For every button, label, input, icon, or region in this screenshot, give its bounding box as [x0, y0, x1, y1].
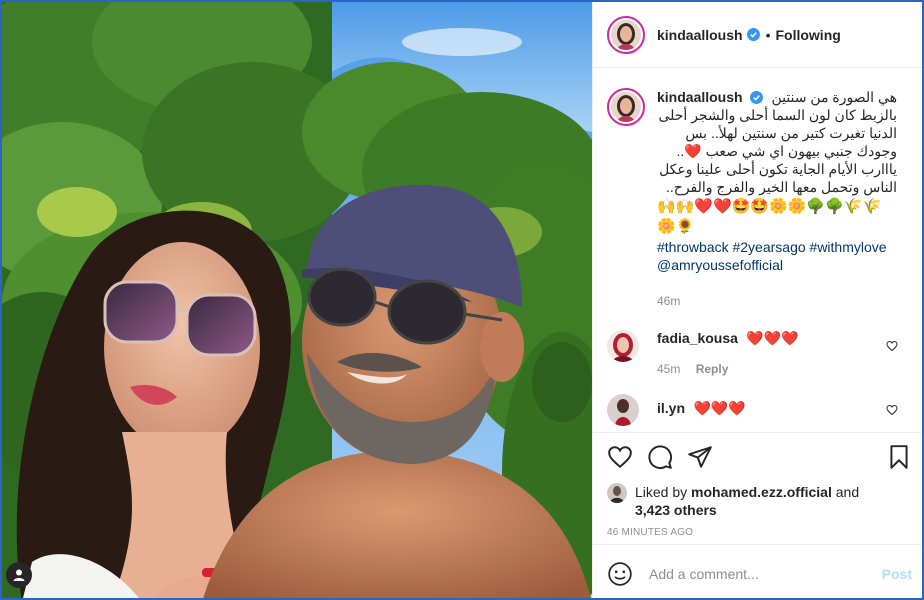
- caption-line: بالزبط كان لون السما أحلى والشجر أحلى: [658, 107, 897, 123]
- caption: kindaalloush هي الصورة من سنتين بالزبط ك…: [607, 88, 912, 308]
- post-timestamp[interactable]: 46 MINUTES AGO: [607, 527, 912, 538]
- liker-username[interactable]: mohamed.ezz.official: [691, 484, 832, 500]
- caption-line: يااارب الأيام الجاية تكون أحلى علينا وعك…: [659, 161, 897, 177]
- author-avatar[interactable]: [607, 15, 645, 54]
- caption-hashtags[interactable]: #throwback #2yearsago #withmylove: [657, 238, 897, 256]
- comment-age[interactable]: 45m: [657, 362, 680, 376]
- following-button[interactable]: Following: [775, 27, 840, 43]
- likes-summary: Liked by mohamed.ezz.official and 3,423 …: [607, 483, 912, 519]
- action-icon-row: [607, 441, 912, 473]
- post-photo[interactable]: [2, 2, 592, 598]
- avatar-image: [607, 330, 639, 362]
- verified-badge-icon: [746, 28, 760, 41]
- caption-first-line: kindaalloush هي الصورة من سنتين: [657, 88, 897, 106]
- likes-joiner: and: [835, 484, 860, 500]
- caption-mention[interactable]: @amryoussefofficial: [657, 256, 897, 274]
- post-detail-panel: kindaalloush • Following kindaalloush هي…: [592, 2, 922, 598]
- selfie-photo-illustration: [2, 2, 592, 598]
- heart-icon[interactable]: [886, 340, 898, 352]
- post-header: kindaalloush • Following: [593, 2, 922, 68]
- post-comment-button[interactable]: Post: [882, 566, 912, 582]
- caption-line: وجودك جنبي بيهون اي شي صعب ❤️..: [676, 143, 897, 159]
- bookmark-icon[interactable]: [886, 444, 912, 470]
- caption-age[interactable]: 46m: [657, 294, 897, 308]
- heart-icon[interactable]: [886, 404, 898, 416]
- comments-list[interactable]: kindaalloush هي الصورة من سنتين بالزبط ك…: [593, 68, 922, 431]
- heart-icon[interactable]: [607, 444, 633, 470]
- share-icon[interactable]: [687, 444, 713, 470]
- instagram-post-window: kindaalloush • Following kindaalloush هي…: [0, 0, 924, 600]
- comment-icon[interactable]: [647, 444, 673, 470]
- likes-others-link[interactable]: 3,423 others: [635, 502, 717, 518]
- author-username[interactable]: kindaalloush: [657, 27, 743, 43]
- add-comment-bar: Post: [593, 544, 922, 598]
- comment-item: il.yn ❤️❤️❤️: [607, 394, 912, 426]
- caption-line: الناس وتحمل معها الخير والفرج والفرح..: [666, 179, 897, 195]
- comment-body: fadia_kousa ❤️❤️❤️ 45m Reply: [657, 330, 799, 376]
- verified-badge-icon: [750, 91, 764, 104]
- comment-username[interactable]: il.yn: [657, 400, 685, 416]
- user-tag-icon[interactable]: [6, 562, 32, 588]
- avatar-image: [611, 92, 641, 122]
- caption-line: هي الصورة من سنتين: [771, 89, 897, 105]
- avatar-image: [611, 19, 641, 50]
- caption-line: الدنيا تغيرت كتير من سنتين لهلأ.. بس: [685, 125, 897, 141]
- commenter-avatar[interactable]: [607, 394, 639, 426]
- likes-prefix: Liked by: [635, 484, 688, 500]
- avatar-image: [607, 483, 627, 503]
- likes-text: Liked by mohamed.ezz.official and 3,423 …: [635, 483, 859, 519]
- post-actions: Liked by mohamed.ezz.official and 3,423 …: [593, 432, 922, 552]
- caption-body: kindaalloush هي الصورة من سنتين بالزبط ك…: [657, 88, 897, 308]
- commenter-avatar[interactable]: [607, 330, 639, 362]
- comment-text: ❤️❤️❤️: [693, 400, 746, 416]
- user-silhouette-icon: [13, 569, 25, 581]
- comment-meta: 45m Reply: [657, 362, 799, 376]
- liker-avatar[interactable]: [607, 483, 627, 503]
- comment-item: fadia_kousa ❤️❤️❤️ 45m Reply: [607, 330, 912, 376]
- reply-button[interactable]: Reply: [696, 362, 729, 376]
- comment-username[interactable]: fadia_kousa: [657, 330, 738, 346]
- comment-body: il.yn ❤️❤️❤️: [657, 400, 746, 426]
- emoji-icon[interactable]: [607, 561, 633, 587]
- caption-avatar[interactable]: [607, 88, 645, 126]
- comment-text: ❤️❤️❤️: [746, 330, 799, 346]
- header-separator: •: [765, 26, 771, 43]
- avatar-image: [607, 394, 639, 426]
- caption-emojis: 🙌🙌❤️❤️🤩🤩🌼🌼🌳🌳🌾🌾: [657, 198, 882, 215]
- comment-input[interactable]: [649, 565, 882, 582]
- caption-emojis-2: 🌼🌻: [657, 218, 695, 235]
- caption-username[interactable]: kindaalloush: [657, 89, 743, 105]
